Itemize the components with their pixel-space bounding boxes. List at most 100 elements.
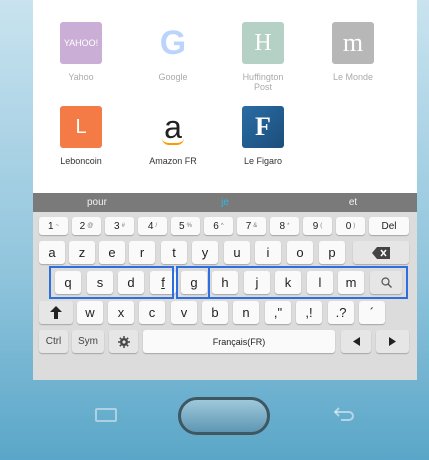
suggestion-et[interactable]: et: [289, 193, 417, 212]
screen: YAHOO! Yahoo G Google H Huffington Post …: [33, 0, 417, 380]
key-right[interactable]: [376, 330, 409, 353]
app-label: Huffington Post: [242, 72, 284, 92]
key-7[interactable]: 7 &: [237, 217, 266, 235]
home-button[interactable]: [178, 397, 270, 435]
key-3[interactable]: 3 #: [105, 217, 134, 235]
key-space[interactable]: Français(FR): [143, 330, 335, 353]
keyboard: pour je et 1 ~ 2 @ 3 # 4/ 5% 6 ^ 7 & 8 * 9( 0)…: [33, 193, 417, 380]
key-4[interactable]: 4/: [138, 217, 167, 235]
key-left[interactable]: [341, 330, 371, 353]
backspace-icon: [372, 246, 390, 259]
key-accent[interactable]: ´: [359, 301, 385, 324]
back-icon[interactable]: [333, 406, 355, 422]
key-i[interactable]: i: [255, 241, 281, 264]
key-settings[interactable]: [109, 330, 138, 353]
key-char: 0: [345, 220, 352, 232]
key-char: Del: [381, 220, 397, 232]
key-c[interactable]: c: [139, 301, 165, 324]
key-alt: ^: [220, 223, 224, 229]
app-label: Amazon FR: [149, 156, 197, 166]
key-alt: ): [353, 223, 356, 229]
key-backspace[interactable]: [353, 241, 409, 264]
app-label: Le Monde: [332, 72, 374, 82]
key-p[interactable]: p: [319, 241, 345, 264]
key-ctrl[interactable]: Ctrl: [39, 330, 68, 353]
key-period-question[interactable]: .?: [328, 301, 354, 324]
suggestion-bar: pour je et: [33, 193, 417, 212]
key-z[interactable]: z: [69, 241, 95, 264]
app-google[interactable]: G Google: [133, 22, 213, 83]
suggestion-je[interactable]: je: [161, 193, 289, 212]
amazon-smile-icon: [162, 138, 184, 145]
key-char: 8: [279, 220, 286, 232]
key-2[interactable]: 2 @: [72, 217, 101, 235]
key-8[interactable]: 8 *: [270, 217, 299, 235]
key-1[interactable]: 1 ~: [39, 217, 68, 235]
key-y[interactable]: y: [192, 241, 218, 264]
key-comma-quote[interactable]: ,": [265, 301, 291, 324]
le-figaro-icon: F: [242, 106, 284, 148]
key-char: 3: [114, 220, 120, 232]
key-e[interactable]: e: [99, 241, 125, 264]
key-o[interactable]: o: [287, 241, 313, 264]
key-char: 1: [47, 220, 54, 232]
app-huffington-post[interactable]: H Huffington Post: [223, 22, 303, 92]
arrow-left-icon: [352, 337, 360, 346]
key-char: 5: [179, 220, 185, 232]
key-sym[interactable]: Sym: [72, 330, 104, 353]
key-v[interactable]: v: [171, 301, 197, 324]
key-alt: %: [186, 223, 192, 229]
app-le-monde[interactable]: m Le Monde: [313, 22, 393, 82]
yahoo-icon: YAHOO!: [60, 22, 102, 64]
suggestion-pour[interactable]: pour: [33, 193, 161, 212]
key-shift[interactable]: [39, 301, 73, 324]
key-a[interactable]: a: [39, 241, 65, 264]
app-label: Yahoo: [68, 72, 94, 82]
highlight-center: [176, 266, 210, 299]
key-comma-exclaim[interactable]: ,!: [296, 301, 322, 324]
key-t[interactable]: t: [161, 241, 187, 264]
shift-arrow-icon: [50, 306, 62, 319]
key-u[interactable]: u: [224, 241, 250, 264]
key-alt: #: [121, 223, 125, 229]
le-monde-icon: m: [332, 22, 374, 64]
key-char: 2: [79, 220, 86, 232]
key-w[interactable]: w: [77, 301, 103, 324]
app-le-figaro[interactable]: F Le Figaro: [223, 106, 303, 166]
key-char: 6: [213, 220, 219, 232]
app-yahoo[interactable]: YAHOO! Yahoo: [41, 22, 121, 82]
gear-icon: [117, 335, 130, 348]
google-icon: G: [159, 23, 187, 62]
app-label: Le Figaro: [243, 156, 283, 166]
app-label: Google: [158, 72, 188, 82]
key-del[interactable]: Del: [369, 217, 409, 235]
key-char: 9: [312, 220, 319, 232]
key-alt: /: [155, 223, 158, 229]
highlight-right: [208, 266, 408, 299]
key-5[interactable]: 5%: [171, 217, 200, 235]
key-char: 4: [147, 220, 154, 232]
arrow-right-icon: [389, 337, 396, 346]
leboncoin-icon: L: [60, 106, 102, 148]
navigation-bar: [33, 380, 417, 460]
app-label: Leboncoin: [60, 156, 102, 166]
recent-apps-icon[interactable]: [95, 408, 117, 422]
key-alt: (: [320, 223, 323, 229]
key-alt: ~: [55, 223, 60, 229]
key-r[interactable]: r: [129, 241, 155, 264]
key-0[interactable]: 0): [336, 217, 365, 235]
key-x[interactable]: x: [108, 301, 134, 324]
key-alt: *: [287, 223, 290, 229]
key-char: 7: [245, 220, 252, 232]
amazon-icon: a: [152, 106, 194, 148]
highlight-left: [49, 266, 174, 299]
app-amazon-fr[interactable]: a Amazon FR: [133, 106, 213, 167]
key-n[interactable]: n: [233, 301, 259, 324]
key-alt: @: [87, 223, 94, 229]
key-alt: &: [253, 223, 258, 229]
app-leboncoin[interactable]: L Leboncoin: [41, 106, 121, 166]
key-b[interactable]: b: [202, 301, 228, 324]
huffington-post-icon: H: [242, 22, 284, 64]
key-6[interactable]: 6 ^: [204, 217, 233, 235]
key-9[interactable]: 9(: [303, 217, 332, 235]
